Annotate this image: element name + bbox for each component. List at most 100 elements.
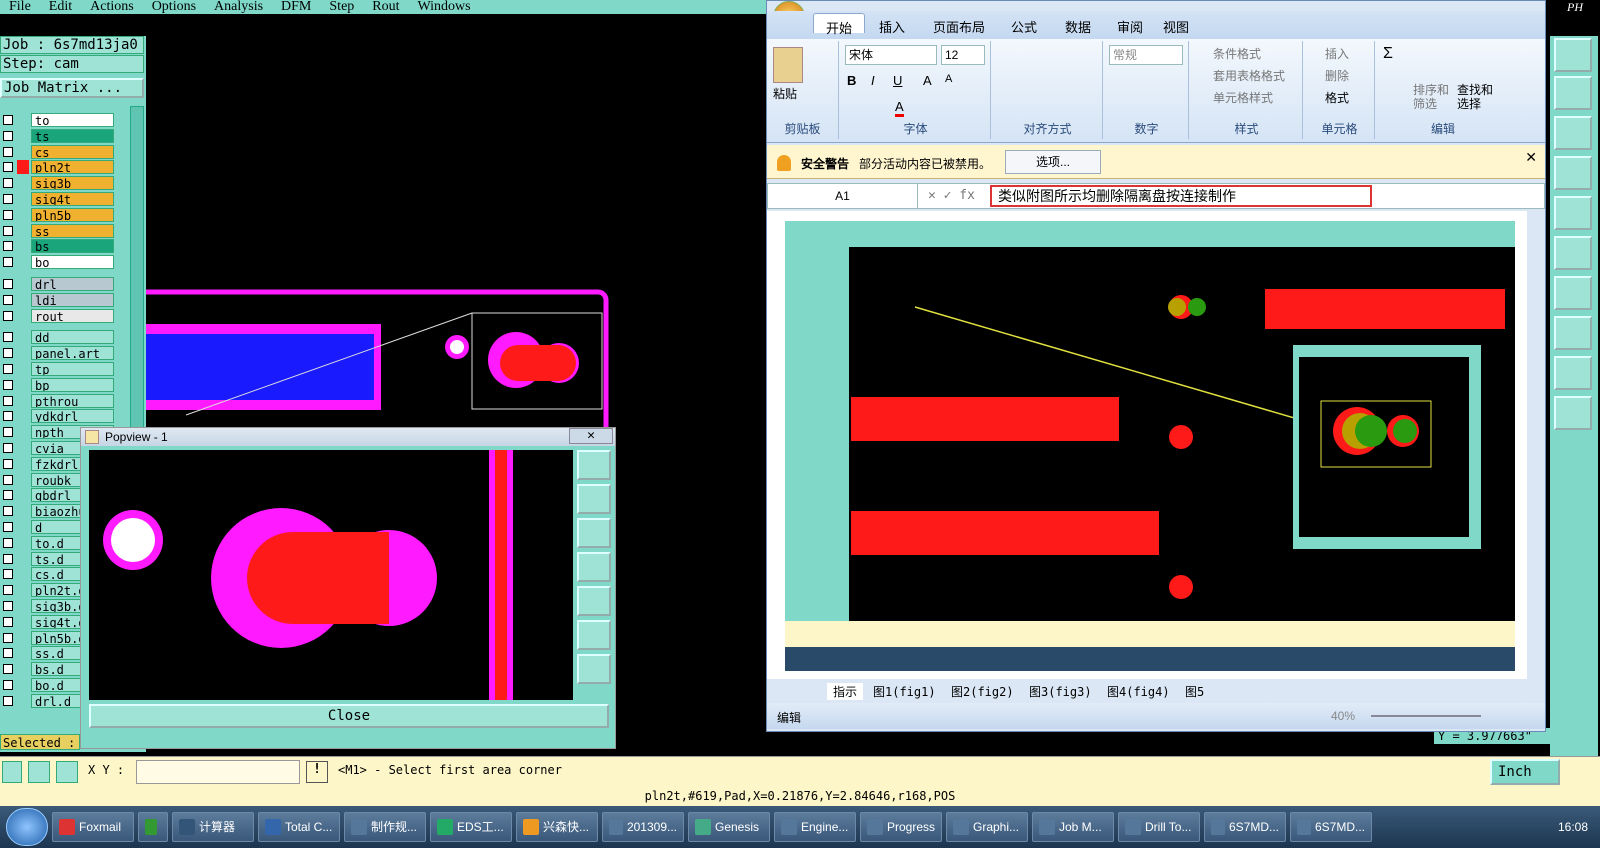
taskbar-item[interactable] <box>138 812 168 842</box>
layer-checkbox[interactable] <box>3 130 13 141</box>
copy-icon[interactable] <box>1554 316 1592 350</box>
font-size-box[interactable]: 12 <box>941 45 985 65</box>
layer-checkbox[interactable] <box>3 553 13 564</box>
layer-checkbox[interactable] <box>3 294 13 305</box>
taskbar-item[interactable]: Progress <box>860 812 942 842</box>
format-button[interactable]: 格式 <box>1325 89 1349 106</box>
layer-checkbox[interactable] <box>3 225 13 236</box>
taskbar-item[interactable]: Foxmail <box>52 812 134 842</box>
layer-checkbox[interactable] <box>3 616 13 627</box>
layer-row[interactable]: pln2t <box>0 159 140 175</box>
pan-left-icon[interactable] <box>577 552 611 582</box>
pad-icon[interactable] <box>1554 196 1592 230</box>
layer-name[interactable]: sig3b <box>31 176 114 191</box>
layer-row[interactable]: bo <box>0 254 140 270</box>
sheet-tab-2[interactable]: 图1(fig1) <box>873 683 936 700</box>
insert-button[interactable]: 插入 <box>1325 45 1349 62</box>
italic-icon[interactable]: I <box>871 73 875 88</box>
underline-icon[interactable]: U <box>893 73 902 88</box>
menu-windows[interactable]: Windows <box>409 0 480 14</box>
taskbar-item[interactable]: 201309... <box>602 812 684 842</box>
units-selector[interactable]: Inch <box>1490 759 1560 785</box>
layer-name[interactable]: sig4t <box>31 192 114 206</box>
layer-name[interactable]: ts <box>31 128 114 143</box>
delete-button[interactable]: 删除 <box>1325 67 1349 84</box>
window-layout-icon[interactable] <box>1554 38 1592 72</box>
layer-name[interactable]: dd <box>31 330 114 345</box>
font-color-icon[interactable]: A <box>895 99 904 117</box>
layer-row[interactable]: pln5b <box>0 207 140 223</box>
taskbar-item[interactable]: 兴森快... <box>516 812 598 842</box>
taskbar-item[interactable]: Genesis <box>688 812 770 842</box>
layer-checkbox[interactable] <box>3 569 13 580</box>
zoom-out-icon[interactable] <box>577 654 611 684</box>
cursor-select-icon[interactable] <box>1554 396 1592 430</box>
layer-checkbox[interactable] <box>3 664 13 675</box>
tab-formulas[interactable]: 公式 <box>1011 17 1037 37</box>
layer-name[interactable]: bp <box>31 377 114 392</box>
sheet-tab-5[interactable]: 图4(fig4) <box>1107 683 1170 700</box>
security-close-icon[interactable]: ✕ <box>1525 149 1537 166</box>
layer-name[interactable]: bs <box>31 239 114 254</box>
layer-checkbox[interactable] <box>3 115 13 125</box>
layer-row[interactable]: ts <box>0 128 140 144</box>
taskbar-item[interactable]: EDS工... <box>430 812 512 842</box>
layer-name[interactable]: pln2t <box>31 160 114 175</box>
layer-row[interactable]: rout <box>0 308 140 324</box>
paste-label[interactable]: 粘贴 <box>773 85 797 102</box>
layer-checkbox[interactable] <box>3 474 13 485</box>
layer-checkbox[interactable] <box>3 310 13 321</box>
menu-step[interactable]: Step <box>320 0 363 14</box>
taskbar-item[interactable]: 6S7MD... <box>1204 812 1286 842</box>
layer-name[interactable]: to <box>31 113 114 127</box>
layer-checkbox[interactable] <box>3 695 13 706</box>
layer-row[interactable]: panel.art <box>0 345 140 361</box>
menu-dfm[interactable]: DFM <box>272 0 320 14</box>
zoom-in-icon[interactable] <box>577 620 611 650</box>
number-format-box[interactable]: 常规 <box>1109 45 1183 65</box>
xy-input[interactable] <box>136 760 300 784</box>
layer-checkbox[interactable] <box>3 162 13 173</box>
measure-tool-icon[interactable] <box>28 761 50 783</box>
pan-right-icon[interactable] <box>577 586 611 616</box>
shrink-font-icon[interactable]: A <box>945 73 952 85</box>
layer-checkbox[interactable] <box>3 490 13 501</box>
layer-row[interactable]: ldi <box>0 292 140 308</box>
formula-input[interactable]: 类似附图所示均删除隔离盘按连接制作 <box>990 185 1372 207</box>
layer-checkbox[interactable] <box>3 257 13 268</box>
layer-name[interactable]: drl <box>31 277 114 291</box>
layer-checkbox[interactable] <box>3 379 13 390</box>
layer-name[interactable]: panel.art <box>31 346 114 361</box>
popview-close-button[interactable]: Close <box>89 704 609 728</box>
layer-checkbox[interactable] <box>3 332 13 343</box>
menu-file[interactable]: File <box>0 0 40 14</box>
layer-row[interactable]: sig3b <box>0 175 140 191</box>
worksheet[interactable] <box>767 211 1527 679</box>
layer-row[interactable]: to <box>0 112 140 128</box>
layer-name[interactable]: ydkdrl <box>31 409 114 424</box>
tab-home[interactable]: 开始 <box>813 13 866 36</box>
layer-row[interactable]: tp <box>0 361 140 377</box>
menu-actions[interactable]: Actions <box>81 0 143 14</box>
layer-row[interactable]: drl <box>0 276 140 292</box>
sheet-tab-4[interactable]: 图3(fig3) <box>1029 683 1092 700</box>
options-button[interactable]: 选项... <box>1005 150 1101 174</box>
layer-name[interactable]: cs <box>31 144 114 159</box>
layer-checkbox[interactable] <box>3 364 13 374</box>
job-matrix-button[interactable]: Job Matrix ... <box>0 78 144 98</box>
sort-filter-button[interactable]: 排序和筛选 <box>1413 83 1453 111</box>
taskbar-item[interactable]: 计算器 <box>172 812 254 842</box>
tab-view[interactable]: 视图 <box>1163 17 1189 37</box>
tab-insert[interactable]: 插入 <box>879 17 905 37</box>
sheet-tab-3[interactable]: 图2(fig2) <box>951 683 1014 700</box>
layer-checkbox[interactable] <box>3 279 13 289</box>
taskbar-item[interactable]: Drill To... <box>1118 812 1200 842</box>
layer-checkbox[interactable] <box>3 648 13 659</box>
layer-row[interactable]: cs <box>0 144 140 160</box>
tab-data[interactable]: 数据 <box>1065 17 1091 37</box>
font-name-box[interactable]: 宋体 <box>845 45 937 65</box>
layer-name[interactable]: pln5b <box>31 207 114 222</box>
grow-font-icon[interactable]: A <box>923 73 932 88</box>
sum-icon[interactable]: Σ <box>1383 45 1393 63</box>
snap-icon[interactable] <box>2 761 22 783</box>
